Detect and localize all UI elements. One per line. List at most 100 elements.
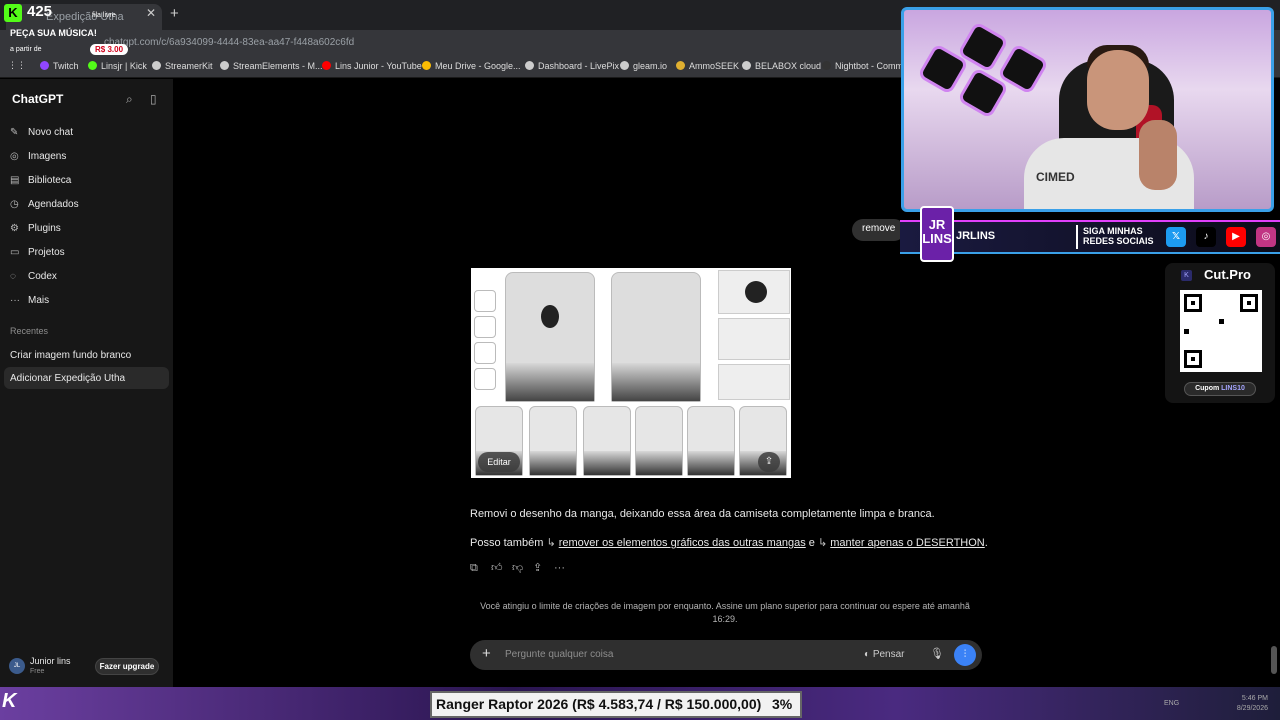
- bookmark-favicon-icon: [88, 61, 97, 70]
- message-actions: ⧉ 👍︎ 👎︎ ⇪ ···: [470, 561, 575, 575]
- feature-icon: [474, 368, 496, 390]
- microphone-icon[interactable]: 🎙︎: [930, 647, 944, 660]
- lins-logo-icon: K: [2, 690, 17, 712]
- sidebar-item-label: Codex: [28, 271, 57, 282]
- bookmark-item[interactable]: Lins Junior - YouTube: [322, 61, 422, 71]
- nav-icon: ▤: [10, 175, 20, 186]
- assistant-reply: Removi o desenho da manga, deixando essa…: [470, 508, 935, 520]
- sidebar-item-projetos[interactable]: ▭ Projetos: [10, 247, 65, 258]
- bookmark-item[interactable]: BELABOX cloud: [742, 61, 821, 71]
- user-name[interactable]: Junior lins: [30, 656, 71, 666]
- arrow-icon: ↳: [817, 537, 828, 549]
- generated-image[interactable]: [471, 268, 791, 478]
- thumbs-down-icon[interactable]: 👎︎: [512, 561, 533, 574]
- sidebar-item-label: Imagens: [28, 151, 67, 162]
- nav-icon: ◷: [10, 199, 19, 210]
- bookmark-item[interactable]: Twitch: [40, 61, 79, 71]
- voice-mode-icon[interactable]: ⫶: [954, 644, 976, 666]
- add-attachment-icon[interactable]: +: [482, 645, 491, 662]
- bookmark-favicon-icon: [40, 61, 49, 70]
- apps-grid-icon[interactable]: ⋮⋮: [8, 60, 26, 71]
- bookmark-item[interactable]: Linsjr | Kick: [88, 61, 147, 71]
- share-image-icon[interactable]: ⇪: [758, 452, 780, 472]
- viewer-count: 425: [27, 3, 53, 20]
- new-tab-icon[interactable]: +: [170, 5, 179, 22]
- bookmark-item[interactable]: AmmoSEEK: [676, 61, 739, 71]
- sidebar-item-label: Projetos: [28, 247, 65, 258]
- thumbs-up-icon[interactable]: 👍︎: [491, 561, 512, 574]
- app-brand[interactable]: ChatGPT: [12, 92, 63, 106]
- sidebar-item-biblioteca[interactable]: ▤ Biblioteca: [10, 175, 71, 186]
- nav-icon: ⚙: [10, 223, 19, 234]
- divider: [1076, 225, 1078, 249]
- feature-icon: [474, 316, 496, 338]
- recent-chat-active[interactable]: Adicionar Expedição Utha: [4, 367, 169, 389]
- song-request-from: a partir de: [10, 46, 42, 53]
- sidebar-item-novo-chat[interactable]: ✎ Novo chat: [10, 127, 73, 138]
- nav-icon: ◌: [10, 271, 16, 282]
- bookmark-item[interactable]: StreamElements - M...: [220, 61, 323, 71]
- copy-icon[interactable]: ⧉: [470, 562, 491, 575]
- scrollbar[interactable]: [1271, 646, 1277, 674]
- feature-icon: [474, 342, 496, 364]
- close-tab-icon[interactable]: ✕: [146, 6, 156, 20]
- think-button[interactable]: ◐ Pensar: [864, 649, 905, 660]
- keyboard-language[interactable]: ENG: [1164, 700, 1179, 707]
- recentes-heading: Recentes: [10, 326, 49, 336]
- bookmark-item[interactable]: Dashboard - LivePix: [525, 61, 619, 71]
- bookmark-item[interactable]: Meu Drive - Google...: [422, 61, 521, 71]
- clock[interactable]: 5:46 PM 8/29/2026: [1228, 694, 1268, 714]
- recent-chat-label: Criar imagem fundo branco: [10, 350, 132, 361]
- avatar[interactable]: JL: [9, 658, 25, 674]
- share-icon[interactable]: ⇪: [533, 561, 554, 574]
- suggestion-link[interactable]: remover os elementos gráficos das outras…: [559, 537, 806, 549]
- nav-icon: ◎: [10, 151, 19, 162]
- bookmark-label: Dashboard - LivePix: [538, 61, 620, 71]
- more-icon[interactable]: ···: [554, 562, 575, 574]
- shirt-variant: [687, 406, 735, 476]
- bookmark-favicon-icon: [322, 61, 331, 70]
- webcam-shirt-text: CIMED: [1036, 170, 1075, 184]
- bookmark-label: StreamerKit: [165, 61, 213, 71]
- bookmark-favicon-icon: [676, 61, 685, 70]
- bookmark-label: AmmoSEEK: [689, 61, 740, 71]
- bookmark-favicon-icon: [220, 61, 229, 70]
- suggestion-link[interactable]: manter apenas o DESERTHON: [830, 537, 984, 549]
- bookmark-favicon-icon: [152, 61, 161, 70]
- sidebar-item-plugins[interactable]: ⚙ Plugins: [10, 223, 61, 234]
- sidebar-item-mais[interactable]: ··· Mais: [10, 295, 49, 306]
- goal-text: Ranger Raptor 2026 (R$ 4.583,74 / R$ 150…: [436, 696, 762, 712]
- sidebar-item-label: Novo chat: [28, 127, 74, 138]
- x-twitter-icon: 𝕏: [1166, 227, 1186, 247]
- suggestion-and: e: [808, 537, 815, 549]
- qr-code: [1180, 290, 1262, 372]
- bookmark-label: Linsjr | Kick: [101, 61, 147, 71]
- sidebar-item-agendados[interactable]: ◷ Agendados: [10, 199, 79, 210]
- bookmark-label: gleam.io: [633, 61, 668, 71]
- search-icon[interactable]: ⌕: [126, 92, 133, 107]
- sidebar-item-label: Mais: [28, 295, 50, 306]
- sidebar-item-codex[interactable]: ◌ Codex: [10, 271, 57, 282]
- queue-status: fila livre: [92, 12, 116, 19]
- upgrade-button[interactable]: Fazer upgrade: [95, 658, 159, 675]
- sidebar-item-imagens[interactable]: ◎ Imagens: [10, 151, 66, 162]
- toggle-sidebar-icon[interactable]: ▯: [150, 92, 157, 106]
- edit-image-button[interactable]: Editar: [478, 452, 520, 472]
- bookmark-item[interactable]: gleam.io: [620, 61, 667, 71]
- recent-chat[interactable]: Criar imagem fundo branco: [4, 344, 169, 366]
- sidebar-item-label: Plugins: [28, 223, 61, 234]
- sidebar-item-label: Biblioteca: [28, 175, 72, 186]
- user-plan: Free: [30, 668, 45, 675]
- bookmark-item[interactable]: StreamerKit: [152, 61, 213, 71]
- bookmark-item[interactable]: Nightbot - Comm...: [822, 61, 911, 71]
- composer-input[interactable]: Pergunte qualquer coisa: [505, 649, 613, 660]
- goal-percent: 3%: [772, 696, 793, 712]
- url-field[interactable]: chatgpt.com/c/6a934099-4444-83ea-aa47-f4…: [104, 37, 354, 48]
- shirt-variant: [635, 406, 683, 476]
- shirt-back: [611, 272, 701, 402]
- song-request-price: R$ 3.00: [90, 44, 129, 55]
- bookmark-label: Meu Drive - Google...: [435, 61, 521, 71]
- clock-time: 5:46 PM: [1241, 695, 1268, 702]
- cutpro-icon: K: [1181, 270, 1192, 281]
- sidebar-item-label: Agendados: [28, 199, 79, 210]
